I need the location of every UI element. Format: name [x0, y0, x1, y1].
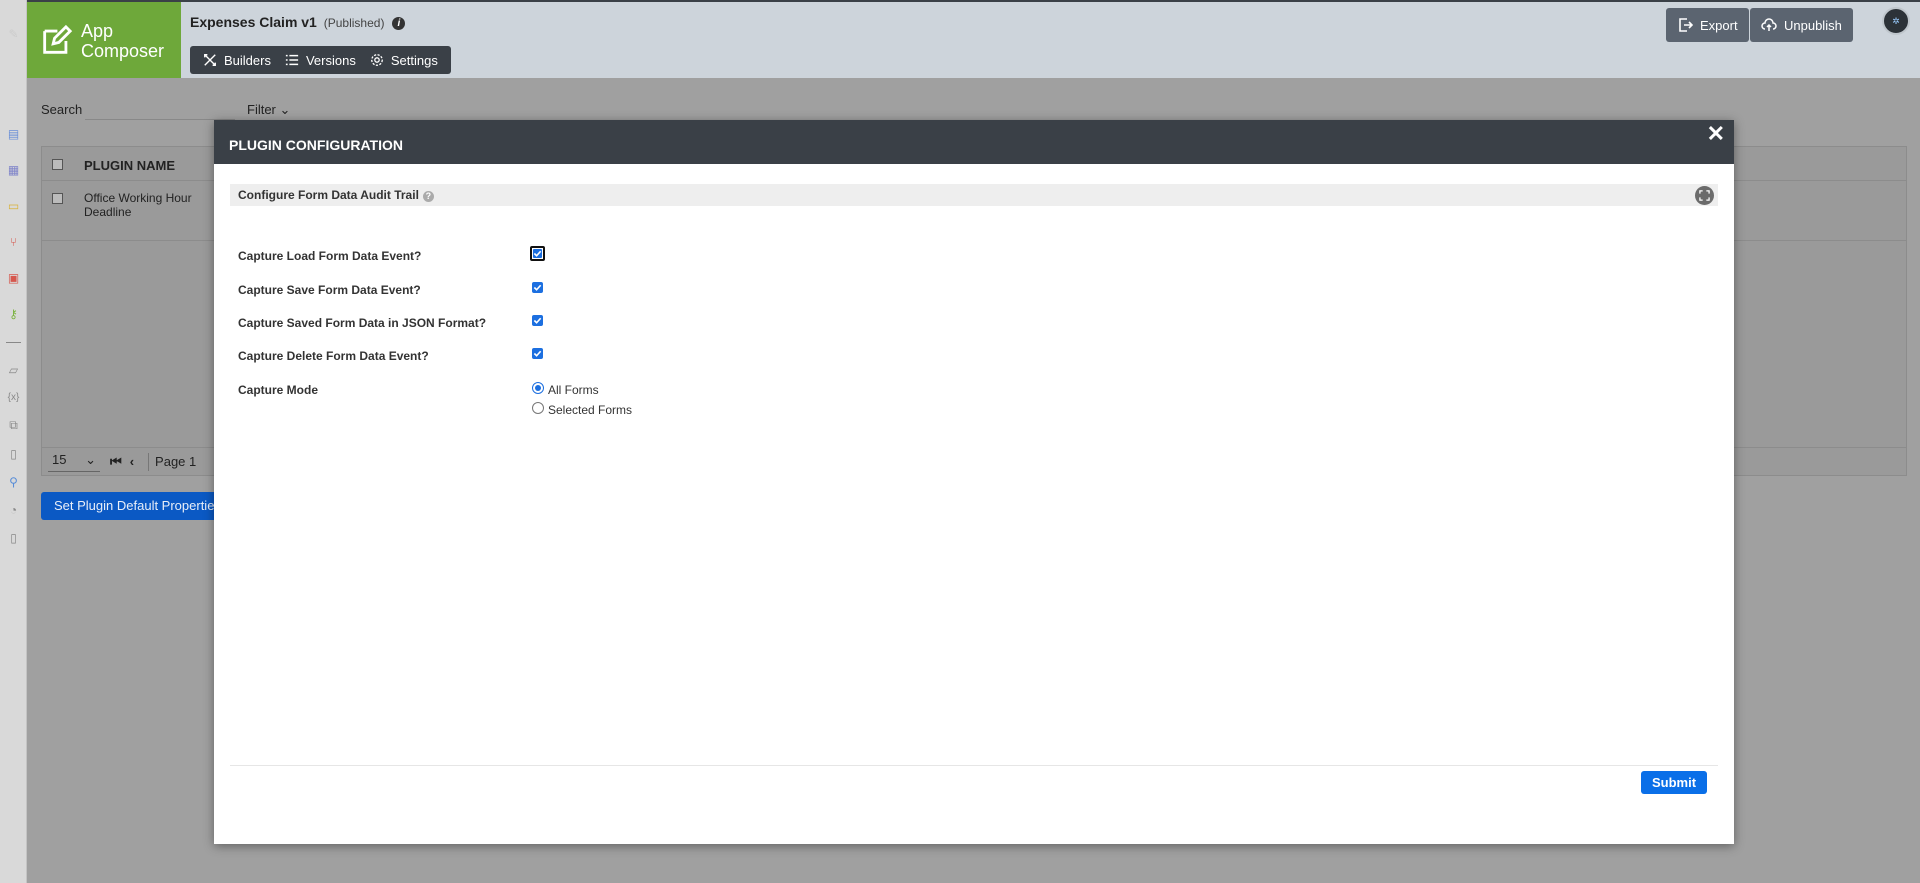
section-title: Configure Form Data Audit Trail? — [238, 188, 434, 202]
tab-versions[interactable]: Versions — [278, 53, 363, 68]
radio-selected-forms[interactable] — [532, 402, 544, 414]
unpublish-label: Unpublish — [1784, 17, 1842, 33]
edit-square-icon — [43, 24, 73, 54]
tab-settings-label: Settings — [390, 52, 438, 68]
datalist-icon[interactable]: ▦ — [6, 162, 21, 177]
capture-mode-label: Capture Mode — [238, 383, 319, 397]
check-icon — [533, 250, 542, 257]
export-label: Export — [1700, 17, 1738, 33]
row-checkbox[interactable] — [52, 193, 63, 204]
page-label: Page — [155, 454, 186, 469]
capture-delete-label: Capture Delete Form Data Event? — [238, 349, 429, 363]
key-icon[interactable]: ⚷ — [6, 306, 21, 321]
left-icon-rail: ✎ ▤ ▦ ▭ ⑂ ▣ ⚷ ▱ {x} ⧉ ▯ ⚲ ◔ ▯ — [0, 0, 27, 883]
capture-save-label: Capture Save Form Data Event? — [238, 283, 421, 297]
list-icon — [285, 54, 299, 66]
first-page-icon[interactable]: ⏮ — [110, 454, 122, 470]
dialog-title: PLUGIN CONFIGURATION — [229, 137, 403, 153]
chevron-down-icon: ⌄ — [279, 102, 291, 117]
logo-line-1: App — [81, 21, 114, 41]
dialog-header: PLUGIN CONFIGURATION ✕ — [214, 120, 1734, 164]
column-plugin-name[interactable]: PLUGIN NAME — [84, 158, 175, 173]
app-title: Expenses Claim v1 (Published) i — [190, 14, 406, 30]
tab-versions-label: Versions — [305, 52, 356, 68]
radio-all-forms[interactable] — [532, 382, 544, 394]
page-size-value: 15 — [52, 451, 67, 467]
pager-separator — [148, 452, 150, 471]
section-header: Configure Form Data Audit Trail? — [230, 184, 1718, 206]
check-icon — [533, 317, 542, 324]
form-icon[interactable]: ▤ — [6, 126, 21, 141]
capture-json-label: Capture Saved Form Data in JSON Format? — [238, 316, 487, 330]
capture-load-label: Capture Load Form Data Event? — [238, 249, 422, 263]
edit-icon[interactable]: ✎ — [6, 26, 21, 41]
search-label: Search — [41, 102, 83, 117]
unpublish-button[interactable]: Unpublish — [1750, 8, 1853, 42]
user-avatar[interactable]: ✲ — [1882, 7, 1910, 35]
radio-selected-forms-label[interactable]: Selected Forms — [548, 403, 632, 417]
logo-text: App Composer — [81, 21, 164, 61]
filter-dropdown[interactable]: Filter ⌄ — [247, 102, 290, 118]
tab-builders-label: Builders — [224, 52, 271, 68]
capture-delete-checkbox[interactable] — [532, 348, 543, 359]
close-icon[interactable]: ✕ — [1707, 123, 1725, 145]
gear-icon — [370, 54, 383, 66]
builder-tabs: Builders Versions Settings — [190, 46, 451, 74]
select-all-checkbox[interactable] — [52, 159, 63, 170]
check-icon — [533, 350, 542, 357]
capture-save-checkbox[interactable] — [532, 282, 543, 293]
chevron-down-icon: ⌄ — [85, 451, 96, 467]
pdf-icon[interactable]: ▣ — [6, 270, 21, 285]
radio-all-forms-label[interactable]: All Forms — [548, 383, 599, 397]
top-header: App Composer Expenses Claim v1 (Publishe… — [27, 0, 1920, 80]
cloud-upload-icon — [1761, 18, 1777, 31]
section-title-text: Configure Form Data Audit Trail — [238, 188, 419, 202]
page-number-input[interactable]: 1 — [189, 454, 196, 469]
logo-line-2: Composer — [81, 41, 165, 61]
app-composer-logo[interactable]: App Composer — [27, 2, 181, 80]
note-icon[interactable]: ▱ — [6, 362, 21, 377]
builders-icon — [204, 54, 216, 66]
log-icon[interactable]: ▯ — [6, 530, 21, 545]
capture-json-checkbox[interactable] — [532, 315, 543, 326]
tab-settings[interactable]: Settings — [363, 53, 445, 68]
tab-builders[interactable]: Builders — [196, 53, 278, 68]
app-name: Expenses Claim v1 — [190, 14, 317, 30]
search-input[interactable] — [85, 94, 235, 120]
plugin-icon[interactable]: ⚲ — [6, 474, 21, 489]
performance-icon[interactable]: ◔ — [6, 502, 21, 517]
plugin-configuration-dialog: PLUGIN CONFIGURATION ✕ Configure Form Da… — [214, 120, 1734, 844]
row-plugin-name[interactable]: Office Working Hour Deadline — [84, 191, 194, 219]
help-icon[interactable]: ? — [422, 191, 434, 202]
check-icon — [533, 284, 542, 291]
userview-icon[interactable]: ▭ — [6, 198, 21, 213]
app-status: (Published) — [323, 16, 385, 30]
set-plugin-default-properties-button[interactable]: Set Plugin Default Properties — [41, 492, 241, 520]
footer-divider — [230, 765, 1718, 766]
export-icon — [1679, 18, 1693, 32]
export-button[interactable]: Export — [1666, 8, 1749, 42]
previous-page-icon[interactable]: ‹ — [130, 454, 134, 469]
filter-label: Filter — [247, 102, 276, 117]
fullscreen-icon[interactable] — [1695, 186, 1714, 205]
process-icon[interactable]: ⑂ — [6, 234, 21, 249]
file-icon[interactable]: ▯ — [6, 446, 21, 461]
info-icon[interactable]: i — [392, 17, 406, 30]
rail-divider — [6, 342, 21, 343]
submit-button[interactable]: Submit — [1641, 771, 1707, 794]
variable-icon[interactable]: {x} — [6, 390, 21, 405]
page-size-select[interactable]: 15 ⌄ — [48, 452, 100, 472]
resources-icon[interactable]: ⧉ — [6, 418, 21, 433]
capture-load-checkbox[interactable] — [530, 246, 545, 261]
